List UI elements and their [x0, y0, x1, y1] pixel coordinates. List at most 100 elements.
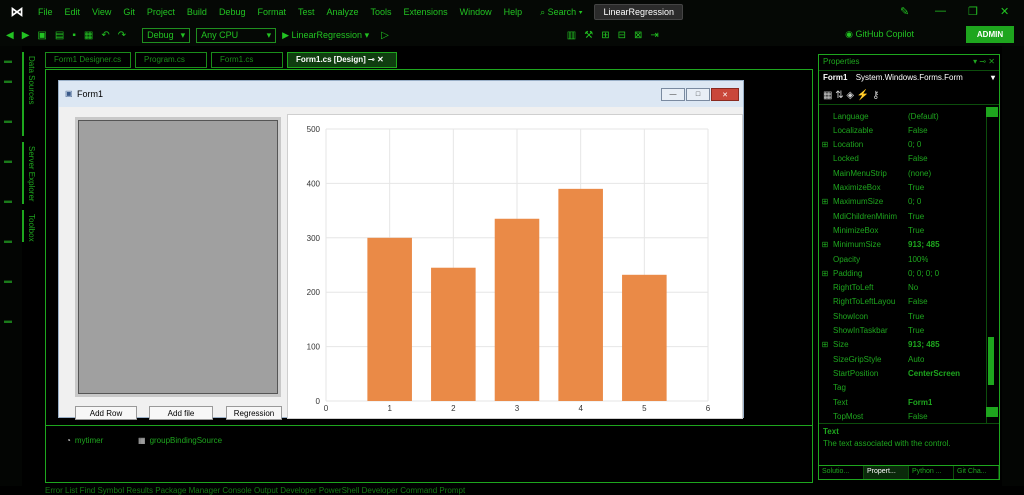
- menu-project[interactable]: Project: [147, 7, 175, 17]
- property-row[interactable]: ShowIcon True: [819, 309, 989, 323]
- tab-form1-designer[interactable]: Form1 Designer.cs: [45, 52, 131, 68]
- add-row-button[interactable]: Add Row: [75, 406, 137, 420]
- property-value[interactable]: 0; 0: [908, 140, 921, 149]
- form-window[interactable]: ▣ Form1 — □ ✕ Add Row Add file Regressio…: [58, 80, 744, 420]
- back-icon[interactable]: ◀: [6, 30, 14, 41]
- property-value[interactable]: 100%: [908, 255, 928, 264]
- property-value[interactable]: CenterScreen: [908, 369, 960, 378]
- property-value[interactable]: (Default): [908, 112, 939, 121]
- tool-icon[interactable]: ▬: [4, 116, 18, 126]
- tool-icon[interactable]: ▬: [4, 196, 18, 206]
- property-row[interactable]: Text Form1: [819, 395, 989, 409]
- property-row[interactable]: MainMenuStrip (none): [819, 166, 989, 180]
- tab-git-changes[interactable]: Git Cha...: [954, 466, 999, 479]
- property-row[interactable]: Opacity 100%: [819, 252, 989, 266]
- property-value[interactable]: True: [908, 226, 924, 235]
- menu-git[interactable]: Git: [123, 7, 135, 17]
- menu-build[interactable]: Build: [187, 7, 207, 17]
- property-value[interactable]: True: [908, 312, 924, 321]
- property-row[interactable]: MdiChildrenMinim True: [819, 209, 989, 223]
- pin-icon[interactable]: ⊸: [368, 55, 375, 64]
- tool-icon[interactable]: ▬: [4, 76, 18, 86]
- form-minimize-icon[interactable]: —: [661, 88, 685, 101]
- pin-icon[interactable]: ✎: [900, 5, 909, 18]
- property-row[interactable]: SizeGripStyle Auto: [819, 352, 989, 366]
- menu-window[interactable]: Window: [460, 7, 492, 17]
- property-value[interactable]: No: [908, 283, 918, 292]
- arrange-icon[interactable]: ⊠: [634, 30, 642, 41]
- toolbox-icon[interactable]: ▥: [567, 30, 576, 41]
- property-value[interactable]: True: [908, 183, 924, 192]
- property-row[interactable]: TopMost False: [819, 409, 989, 423]
- tool-icon[interactable]: ▬: [4, 276, 18, 286]
- forward-icon[interactable]: ▶: [22, 30, 30, 41]
- property-value[interactable]: True: [908, 212, 924, 221]
- undo-icon[interactable]: ↶: [101, 30, 109, 41]
- start-without-debugging-icon[interactable]: ▷: [381, 30, 389, 41]
- tray-item-binding-source[interactable]: ▦ groupBindingSource: [138, 436, 222, 445]
- bottom-tool-tabs[interactable]: Error List Find Symbol Results Package M…: [45, 486, 815, 495]
- search-box[interactable]: ⌕ Search ▾: [540, 7, 582, 18]
- tab-properties[interactable]: Propert...: [864, 466, 909, 479]
- form-close-icon[interactable]: ✕: [711, 88, 739, 101]
- redo-icon[interactable]: ↷: [118, 30, 126, 41]
- open-icon[interactable]: ▤: [55, 30, 64, 41]
- property-row[interactable]: Language (Default): [819, 109, 989, 123]
- property-row[interactable]: ⊞ Padding 0; 0; 0; 0: [819, 266, 989, 280]
- new-project-icon[interactable]: ▣: [37, 30, 46, 41]
- property-value[interactable]: True: [908, 326, 924, 335]
- menu-analyze[interactable]: Analyze: [327, 7, 359, 17]
- tool-icon[interactable]: ▬: [4, 156, 18, 166]
- tab-program[interactable]: Program.cs: [135, 52, 207, 68]
- align-icon[interactable]: ⊟: [618, 30, 626, 41]
- property-row[interactable]: Locked False: [819, 152, 989, 166]
- properties-object-selector[interactable]: Form1 System.Windows.Forms.Form ▾: [819, 71, 999, 87]
- property-value[interactable]: False: [908, 154, 928, 163]
- tab-order-icon[interactable]: ⇥: [650, 30, 658, 41]
- save-all-icon[interactable]: ▦: [84, 30, 93, 41]
- tray-item-timer[interactable]: ◔ mytimer: [66, 436, 103, 445]
- menu-edit[interactable]: Edit: [65, 7, 81, 17]
- property-row[interactable]: ⊞ MaximumSize 0; 0: [819, 195, 989, 209]
- property-row[interactable]: MinimizeBox True: [819, 223, 989, 237]
- property-row[interactable]: RightToLeft No: [819, 281, 989, 295]
- expand-icon[interactable]: ⊞: [819, 197, 831, 206]
- scroll-down-icon[interactable]: [986, 407, 998, 417]
- start-button[interactable]: ▶ LinearRegression ▾: [282, 30, 369, 41]
- categorized-icon[interactable]: ▦: [823, 90, 832, 101]
- data-grid-view[interactable]: [75, 117, 281, 397]
- tab-python[interactable]: Python ...: [909, 466, 954, 479]
- menu-tools[interactable]: Tools: [371, 7, 392, 17]
- menu-extensions[interactable]: Extensions: [404, 7, 448, 17]
- configuration-dropdown[interactable]: Debug ▾: [142, 27, 191, 43]
- property-value[interactable]: Auto: [908, 355, 924, 364]
- property-value[interactable]: False: [908, 297, 928, 306]
- menu-format[interactable]: Format: [257, 7, 286, 17]
- property-pages-icon[interactable]: ⚷: [872, 90, 879, 101]
- property-row[interactable]: MaximizeBox True: [819, 181, 989, 195]
- property-value[interactable]: 0; 0: [908, 197, 921, 206]
- rail-tab-toolbox[interactable]: Toolbox: [22, 210, 39, 242]
- maximize-icon[interactable]: ❐: [968, 5, 978, 18]
- wrench-icon[interactable]: ⚒: [584, 30, 593, 41]
- menu-help[interactable]: Help: [504, 7, 523, 17]
- expand-icon[interactable]: ⊞: [819, 240, 831, 249]
- form-maximize-icon[interactable]: □: [686, 88, 710, 101]
- property-value[interactable]: 913; 485: [908, 240, 940, 249]
- property-row[interactable]: Tag: [819, 381, 989, 395]
- github-copilot-button[interactable]: ◉ GitHub Copilot: [845, 29, 914, 40]
- expand-icon[interactable]: ⊞: [819, 269, 831, 278]
- property-value[interactable]: 0; 0; 0; 0: [908, 269, 939, 278]
- close-icon[interactable]: ✕: [1000, 5, 1009, 18]
- property-value[interactable]: False: [908, 412, 928, 421]
- chart-panel[interactable]: 0 100 200 300 400 500 0 1 2 3 4 5 6: [287, 114, 743, 419]
- menu-file[interactable]: File: [38, 7, 53, 17]
- property-row[interactable]: Localizable False: [819, 123, 989, 137]
- tab-form1[interactable]: Form1.cs: [211, 52, 283, 68]
- properties-icon[interactable]: ◈: [846, 90, 854, 101]
- menu-view[interactable]: View: [92, 7, 111, 17]
- regression-button[interactable]: Regression: [226, 406, 282, 420]
- property-row[interactable]: ShowInTaskbar True: [819, 324, 989, 338]
- panel-controls-icon[interactable]: ▾ ⊸ ✕: [973, 57, 995, 66]
- events-icon[interactable]: ⚡: [857, 90, 869, 101]
